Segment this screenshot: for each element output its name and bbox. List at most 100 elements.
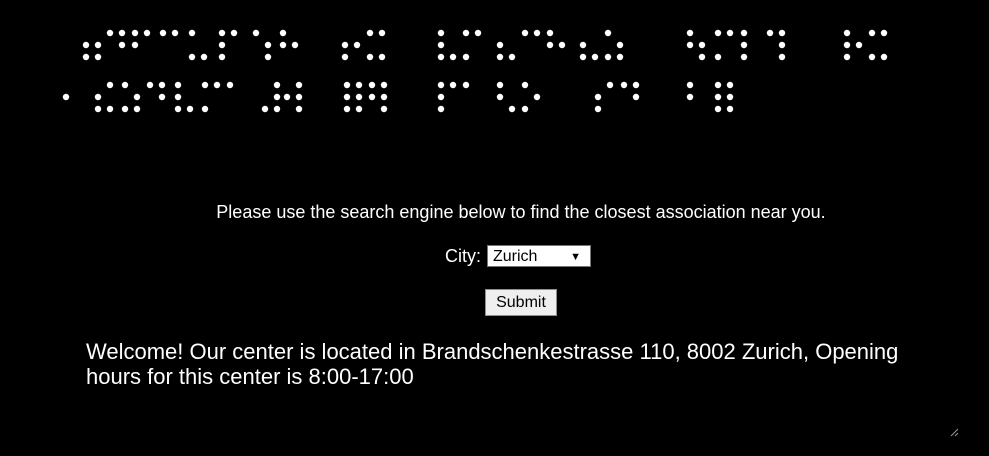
braille-dot bbox=[496, 53, 504, 61]
braille-dot bbox=[82, 53, 90, 61]
city-select[interactable]: Zurich ▼ bbox=[487, 245, 591, 267]
braille-dot bbox=[261, 105, 269, 113]
welcome-message: Welcome! Our center is located in Brands… bbox=[86, 339, 899, 389]
braille-dot bbox=[843, 41, 851, 49]
braille-dot bbox=[218, 41, 226, 49]
braille-dot bbox=[273, 93, 281, 101]
braille-dot bbox=[368, 81, 376, 89]
braille-dot bbox=[355, 105, 363, 113]
braille-dot bbox=[94, 105, 102, 113]
braille-dot bbox=[594, 105, 602, 113]
braille-dot bbox=[133, 105, 141, 113]
braille-dot bbox=[604, 29, 612, 37]
braille-dot bbox=[366, 53, 374, 61]
braille-dot bbox=[146, 81, 154, 89]
braille-dot bbox=[616, 41, 624, 49]
braille-dot bbox=[94, 41, 102, 49]
braille-dot bbox=[591, 53, 599, 61]
braille-dot bbox=[533, 93, 541, 101]
braille-dot bbox=[474, 29, 482, 37]
city-select-value: Zurich bbox=[493, 248, 538, 265]
braille-dot bbox=[778, 41, 786, 49]
braille-dot bbox=[496, 81, 504, 89]
braille-dot bbox=[218, 53, 226, 61]
braille-dot bbox=[106, 105, 114, 113]
braille-dot bbox=[508, 105, 516, 113]
braille-dot bbox=[496, 93, 504, 101]
braille-dot bbox=[766, 29, 774, 37]
braille-dot bbox=[368, 93, 376, 101]
braille-dot bbox=[726, 93, 734, 101]
braille-dot bbox=[437, 81, 445, 89]
braille-dot bbox=[355, 93, 363, 101]
braille-dot bbox=[341, 41, 349, 49]
braille-dot bbox=[133, 93, 141, 101]
braille-dot bbox=[686, 29, 694, 37]
braille-dot bbox=[616, 53, 624, 61]
braille-dot bbox=[106, 29, 114, 37]
braille-dot bbox=[200, 53, 208, 61]
braille-dot bbox=[355, 81, 363, 89]
braille-dot bbox=[62, 93, 70, 101]
braille-dot bbox=[880, 29, 888, 37]
submit-button[interactable]: Submit bbox=[485, 289, 557, 316]
braille-dot bbox=[714, 93, 722, 101]
braille-dot bbox=[620, 81, 628, 89]
braille-dot bbox=[186, 105, 194, 113]
braille-dot bbox=[594, 93, 602, 101]
braille-dot bbox=[226, 81, 234, 89]
braille-dot bbox=[714, 29, 722, 37]
resize-grip-icon[interactable] bbox=[946, 424, 960, 438]
braille-dot bbox=[380, 93, 388, 101]
braille-dot bbox=[218, 29, 226, 37]
braille-dot bbox=[726, 105, 734, 113]
braille-dot bbox=[714, 105, 722, 113]
braille-dot bbox=[740, 29, 748, 37]
braille-dot bbox=[521, 105, 529, 113]
braille-dot bbox=[201, 81, 209, 89]
braille-dot bbox=[533, 29, 541, 37]
braille-dot bbox=[121, 105, 129, 113]
braille-dot bbox=[778, 29, 786, 37]
braille-dot bbox=[118, 41, 126, 49]
braille-dot bbox=[252, 29, 260, 37]
city-label: City: bbox=[445, 245, 481, 266]
braille-dot bbox=[121, 81, 129, 89]
braille-dot bbox=[686, 41, 694, 49]
braille-dot bbox=[868, 53, 876, 61]
braille-dot bbox=[579, 41, 587, 49]
city-field-row: City: Zurich ▼ bbox=[445, 244, 591, 268]
braille-dot bbox=[521, 81, 529, 89]
braille-dot bbox=[366, 29, 374, 37]
braille-dot bbox=[94, 53, 102, 61]
braille-dot bbox=[449, 81, 457, 89]
braille-dot bbox=[778, 53, 786, 61]
braille-dot bbox=[380, 105, 388, 113]
search-prompt: Please use the search engine below to fi… bbox=[216, 202, 826, 222]
braille-dot bbox=[843, 29, 851, 37]
braille-dot bbox=[174, 105, 182, 113]
braille-dot bbox=[880, 53, 888, 61]
braille-dot bbox=[437, 29, 445, 37]
braille-dot bbox=[230, 29, 238, 37]
braille-dot bbox=[94, 93, 102, 101]
braille-dot bbox=[174, 93, 182, 101]
braille-dot bbox=[496, 41, 504, 49]
braille-dot bbox=[378, 53, 386, 61]
braille-dot bbox=[295, 93, 303, 101]
braille-dot bbox=[632, 81, 640, 89]
braille-dot bbox=[295, 105, 303, 113]
braille-dot bbox=[714, 81, 722, 89]
braille-dot bbox=[131, 29, 139, 37]
braille-dot bbox=[82, 41, 90, 49]
braille-dot bbox=[437, 105, 445, 113]
braille-dot bbox=[279, 41, 287, 49]
braille-dot bbox=[546, 41, 554, 49]
braille-dot bbox=[604, 53, 612, 61]
braille-dot bbox=[341, 53, 349, 61]
braille-dot bbox=[546, 29, 554, 37]
braille-dot bbox=[508, 53, 516, 61]
braille-dot bbox=[273, 105, 281, 113]
braille-dot bbox=[131, 41, 139, 49]
braille-dot bbox=[343, 81, 351, 89]
